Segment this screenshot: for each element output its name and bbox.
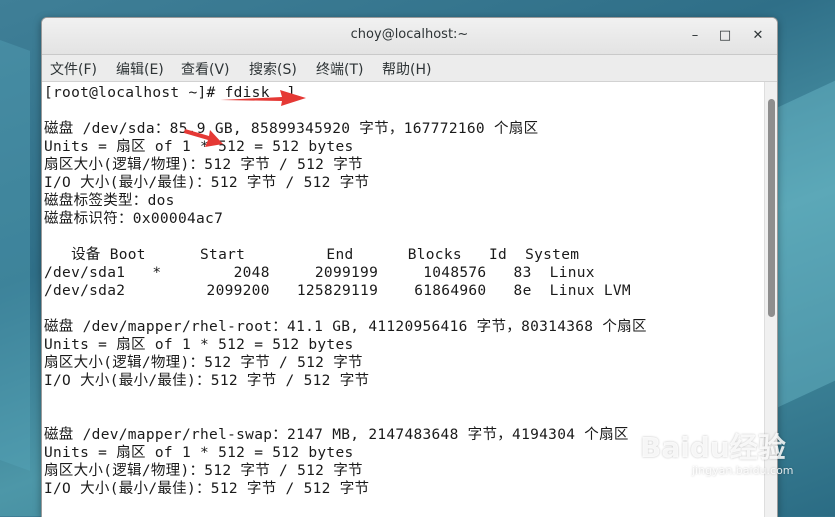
wallpaper-stripe xyxy=(0,29,30,471)
menu-terminal[interactable]: 终端(T) xyxy=(316,59,363,79)
terminal-line: 设备 Boot Start End Blocks Id System xyxy=(44,247,580,263)
window-title: choy@localhost:~ xyxy=(350,27,469,42)
menu-help[interactable]: 帮助(H) xyxy=(382,59,431,79)
terminal-line: /dev/sda1 * 2048 2099199 1048576 83 Linu… xyxy=(44,265,595,281)
terminal-line: 磁盘标签类型：dos xyxy=(44,193,175,209)
terminal-line: Units = 扇区 of 1 * 512 = 512 bytes xyxy=(44,139,354,155)
terminal-line: 扇区大小(逻辑/物理)：512 字节 / 512 字节 xyxy=(44,463,363,479)
terminal-line: Units = 扇区 of 1 * 512 = 512 bytes xyxy=(44,445,354,461)
terminal-line: Units = 扇区 of 1 * 512 = 512 bytes xyxy=(44,337,354,353)
menu-search[interactable]: 搜索(S) xyxy=(249,59,297,79)
terminal-line: [root@localhost ~]# fdisk -l xyxy=(44,85,297,101)
minimize-button[interactable]: – xyxy=(685,26,705,46)
baidu-watermark: Baidu经验 jingyan.baidu.com xyxy=(640,426,794,477)
wallpaper-stripe xyxy=(775,71,835,409)
watermark-brand: Baidu经验 xyxy=(640,431,786,464)
menu-edit[interactable]: 编辑(E) xyxy=(116,59,164,79)
menu-bar: 文件(F) 编辑(E) 查看(V) 搜索(S) 终端(T) 帮助(H) xyxy=(42,55,777,82)
scrollbar-thumb[interactable] xyxy=(768,99,775,317)
terminal-line: I/O 大小(最小/最佳)：512 字节 / 512 字节 xyxy=(44,481,370,497)
terminal-line: 磁盘 /dev/mapper/rhel-root：41.1 GB, 411209… xyxy=(44,319,647,335)
terminal-line: /dev/sda2 2099200 125829119 61864960 8e … xyxy=(44,283,631,299)
title-bar[interactable]: choy@localhost:~ – □ ✕ xyxy=(42,18,777,55)
watermark-url: jingyan.baidu.com xyxy=(692,464,794,477)
terminal-line: 磁盘 /dev/mapper/rhel-swap：2147 MB, 214748… xyxy=(44,427,629,443)
menu-file[interactable]: 文件(F) xyxy=(50,59,97,79)
terminal-line: 磁盘 /dev/sda：85.9 GB, 85899345920 字节，1677… xyxy=(44,121,539,137)
maximize-button[interactable]: □ xyxy=(715,26,735,46)
terminal-line: 扇区大小(逻辑/物理)：512 字节 / 512 字节 xyxy=(44,355,363,371)
terminal-line: I/O 大小(最小/最佳)：512 字节 / 512 字节 xyxy=(44,175,370,191)
close-button[interactable]: ✕ xyxy=(748,26,768,46)
terminal-text: [root@localhost ~]# fdisk -l 磁盘 /dev/sda：… xyxy=(44,84,647,498)
terminal-line: 磁盘标识符：0x00004ac7 xyxy=(44,211,224,227)
terminal-line: 扇区大小(逻辑/物理)：512 字节 / 512 字节 xyxy=(44,157,363,173)
terminal-line: I/O 大小(最小/最佳)：512 字节 / 512 字节 xyxy=(44,373,370,389)
menu-view[interactable]: 查看(V) xyxy=(181,59,230,79)
